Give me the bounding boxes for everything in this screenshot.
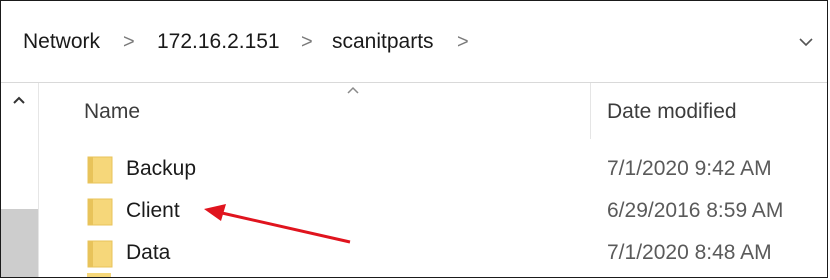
file-name[interactable]: Client [126, 199, 180, 223]
breadcrumb-scanitparts[interactable]: scanitparts [332, 29, 434, 55]
column-header-name[interactable]: Name [84, 100, 140, 124]
file-row-data[interactable]: Data 7/1/2020 8:48 AM [39, 234, 827, 274]
breadcrumb-ip[interactable]: 172.16.2.151 [157, 29, 280, 55]
address-bar[interactable]: Network > 172.16.2.151 > scanitparts > [1, 1, 827, 83]
breadcrumb-network[interactable]: Network [23, 29, 100, 55]
scroll-up-icon[interactable] [12, 95, 26, 105]
folder-icon [87, 156, 113, 184]
chevron-up-icon [347, 86, 359, 94]
column-divider[interactable] [590, 83, 591, 139]
folder-icon [87, 273, 111, 277]
navigation-pane [1, 83, 39, 277]
folder-icon [87, 240, 113, 268]
scrollbar-thumb[interactable] [1, 209, 38, 277]
column-header-date-modified[interactable]: Date modified [607, 100, 737, 124]
file-name[interactable]: Backup [126, 157, 196, 181]
file-date: 7/1/2020 8:48 AM [607, 241, 772, 264]
file-row-backup[interactable]: Backup 7/1/2020 9:42 AM [39, 150, 827, 190]
file-name[interactable]: Data [126, 241, 170, 265]
explorer-window: Network > 172.16.2.151 > scanitparts > N… [0, 0, 828, 278]
chevron-down-icon[interactable] [795, 31, 817, 53]
file-date: 6/29/2016 8:59 AM [607, 199, 784, 222]
file-date: 7/1/2020 9:42 AM [607, 157, 772, 180]
file-row-client[interactable]: Client 6/29/2016 8:59 AM [39, 192, 827, 232]
breadcrumb-separator[interactable]: > [123, 29, 135, 55]
breadcrumb-separator[interactable]: > [457, 29, 469, 55]
folder-icon [87, 198, 113, 226]
breadcrumb-separator[interactable]: > [301, 29, 313, 55]
